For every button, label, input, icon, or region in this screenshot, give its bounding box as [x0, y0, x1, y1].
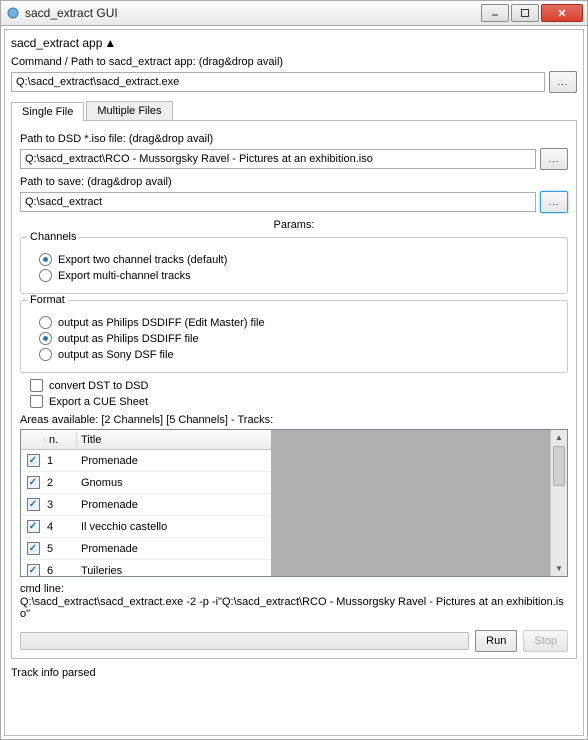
maximize-button[interactable] [511, 4, 539, 22]
table-row[interactable]: ✓ 6Tuileries [21, 560, 271, 576]
channels-group: Channels Export two channel tracks (defa… [20, 237, 568, 294]
track-title: Promenade [77, 499, 271, 511]
track-checkbox[interactable]: ✓ [27, 454, 40, 467]
table-row[interactable]: ✓ 4Il vecchio castello [21, 516, 271, 538]
track-number: 4 [45, 521, 77, 533]
track-list: n. Title ✓1Promenade✓2Gnomus✓3Promenade✓… [20, 429, 568, 577]
format-group: Format output as Philips DSDIFF (Edit Ma… [20, 300, 568, 373]
save-browse-button[interactable]: ... [540, 191, 568, 213]
titlebar[interactable]: sacd_extract GUI [0, 0, 588, 26]
track-checkbox[interactable]: ✓ [27, 476, 40, 489]
track-title: Promenade [77, 455, 271, 467]
track-checkbox[interactable]: ✓ [27, 564, 40, 576]
track-list-header: n. Title [21, 430, 271, 450]
run-button[interactable]: Run [475, 630, 517, 652]
iso-browse-button[interactable]: ... [540, 148, 568, 170]
track-title: Il vecchio castello [77, 521, 271, 533]
status-bar: Track info parsed [11, 665, 577, 679]
iso-path-label: Path to DSD *.iso file: (drag&drop avail… [20, 133, 568, 145]
close-button[interactable] [541, 4, 583, 22]
radio-dsdiff-edit[interactable]: output as Philips DSDIFF (Edit Master) f… [39, 316, 559, 329]
window-title: sacd_extract GUI [25, 6, 481, 20]
table-row[interactable]: ✓ 1Promenade [21, 450, 271, 472]
cmdline-value: Q:\sacd_extract\sacd_extract.exe -2 -p -… [20, 596, 568, 620]
scroll-up-icon[interactable]: ▲ [551, 430, 567, 445]
minimize-button[interactable] [481, 4, 509, 22]
track-title: Gnomus [77, 477, 271, 489]
track-number: 3 [45, 499, 77, 511]
iso-path-input[interactable] [20, 149, 536, 169]
scroll-down-icon[interactable]: ▼ [551, 561, 567, 576]
command-browse-button[interactable]: ... [549, 71, 577, 93]
col-n[interactable]: n. [45, 432, 77, 448]
check-export-cue[interactable]: Export a CUE Sheet [30, 395, 568, 408]
track-title: Tuileries [77, 565, 271, 577]
radio-dsf[interactable]: output as Sony DSF file [39, 348, 559, 361]
track-checkbox[interactable]: ✓ [27, 520, 40, 533]
format-group-label: Format [27, 294, 68, 306]
table-row[interactable]: ✓ 2Gnomus [21, 472, 271, 494]
command-path-input[interactable] [11, 72, 545, 92]
tab-multiple-files[interactable]: Multiple Files [86, 101, 172, 120]
command-label: Command / Path to sacd_extract app: (dra… [11, 56, 577, 68]
table-row[interactable]: ✓ 3Promenade [21, 494, 271, 516]
radio-dsdiff[interactable]: output as Philips DSDIFF file [39, 332, 559, 345]
track-number: 2 [45, 477, 77, 489]
params-title: Params: [20, 219, 568, 231]
channels-group-label: Channels [27, 231, 79, 243]
triangle-up-icon: ▲ [104, 36, 116, 50]
track-checkbox[interactable]: ✓ [27, 542, 40, 555]
scroll-thumb[interactable] [553, 446, 565, 486]
app-icon [5, 5, 21, 21]
app-section-label: sacd_extract app▲ [11, 36, 577, 50]
track-number: 5 [45, 543, 77, 555]
progress-bar [20, 632, 469, 650]
areas-label: Areas available: [2 Channels] [5 Channel… [20, 414, 568, 426]
save-path-input[interactable] [20, 192, 536, 212]
track-checkbox[interactable]: ✓ [27, 498, 40, 511]
stop-button: Stop [523, 630, 568, 652]
check-convert-dst[interactable]: convert DST to DSD [30, 379, 568, 392]
track-title: Promenade [77, 543, 271, 555]
track-number: 1 [45, 455, 77, 467]
track-scrollbar[interactable]: ▲ ▼ [550, 430, 567, 576]
table-row[interactable]: ✓ 5Promenade [21, 538, 271, 560]
radio-two-channel[interactable]: Export two channel tracks (default) [39, 253, 559, 266]
tab-bar: Single File Multiple Files [11, 101, 577, 121]
radio-multi-channel[interactable]: Export multi-channel tracks [39, 269, 559, 282]
save-path-label: Path to save: (drag&drop avail) [20, 176, 568, 188]
track-number: 6 [45, 565, 77, 577]
tab-single-file[interactable]: Single File [11, 102, 84, 121]
cmdline-label: cmd line: [20, 583, 568, 595]
col-title[interactable]: Title [77, 432, 271, 448]
